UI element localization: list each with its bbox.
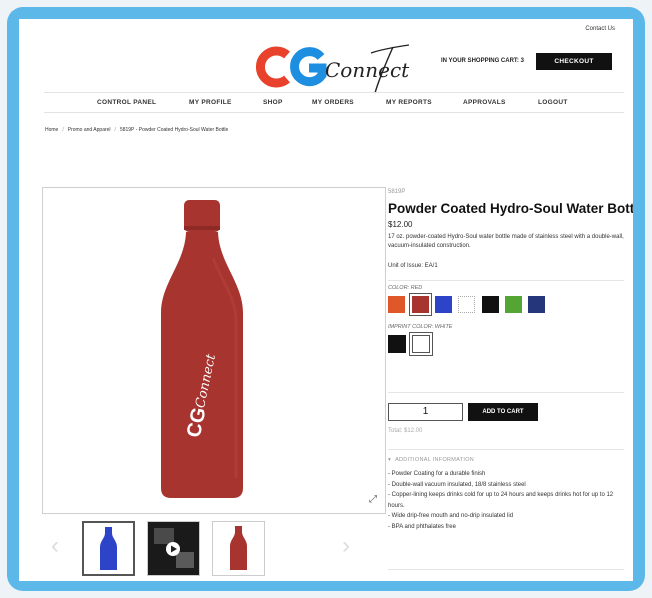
color-swatch-red[interactable] (409, 293, 432, 316)
main-nav: CONTROL PANEL MY PROFILE SHOP MY ORDERS … (44, 92, 624, 113)
thumbnail-red[interactable] (212, 521, 265, 576)
thumb-prev-chevron-icon[interactable]: ‹ (51, 532, 59, 560)
unit-of-issue: Unit of Issue: EA/1 (388, 263, 438, 269)
feature-item: - Powder Coating for a durable finish (388, 471, 486, 477)
nav-my-profile[interactable]: MY PROFILE (189, 99, 232, 106)
order-total: Total: $12.00 (388, 428, 423, 434)
divider (388, 280, 624, 281)
divider (388, 449, 624, 450)
color-swatch-green[interactable] (505, 296, 522, 313)
product-price: $12.00 (388, 220, 413, 229)
breadcrumb: Home / Promo and Apparel/5819P - Powder Co… (45, 127, 229, 133)
feature-item: - Wide drip-free mouth and no-drip insul… (388, 513, 514, 519)
breadcrumb-current: 5819P - Powder Coated Hydro-Soul Water B… (119, 127, 229, 133)
feature-item: - Copper-lining keeps drinks cold for up… (388, 492, 614, 509)
caret-down-icon: ▾ (388, 457, 392, 463)
nav-approvals[interactable]: APPROVALS (463, 99, 506, 106)
breadcrumb-home[interactable]: Home (45, 127, 58, 133)
product-main-image[interactable]: CG Connect ⤢ (42, 187, 386, 514)
color-swatch-orange[interactable] (388, 296, 405, 313)
checkout-button[interactable]: CHECKOUT (536, 53, 612, 70)
color-swatch-navy[interactable] (528, 296, 545, 313)
thumb-next-chevron-icon[interactable]: › (342, 532, 350, 560)
divider (388, 392, 624, 393)
nav-shop[interactable]: SHOP (263, 99, 283, 106)
feature-item: - BPA and phthalates free (388, 523, 456, 530)
color-swatch-black[interactable] (482, 296, 499, 313)
thumbnail-video[interactable] (147, 521, 200, 576)
nav-control-panel[interactable]: CONTROL PANEL (97, 99, 156, 106)
feature-list: - Powder Coating for a durable finish - … (388, 469, 628, 532)
imprint-swatch-white[interactable] (409, 332, 433, 356)
nav-my-reports[interactable]: MY REPORTS (386, 99, 432, 106)
imprint-swatch-black[interactable] (388, 335, 406, 353)
additional-info-label: ADDITIONAL INFORMATION (395, 457, 475, 463)
shopping-cart-count[interactable]: IN YOUR SHOPPING CART: 3 (441, 58, 524, 64)
breadcrumb-category[interactable]: Promo and Apparel (68, 127, 111, 133)
add-to-cart-button[interactable]: ADD TO CART (468, 403, 538, 421)
color-swatch-blue[interactable] (435, 296, 452, 313)
cg-connect-logo[interactable]: Connect (243, 35, 413, 95)
color-label: COLOR: RED (388, 285, 423, 291)
feature-item: - Double-wall vacuum insulated, 18/8 sta… (388, 481, 526, 488)
product-description: 17 oz. powder-coated Hydro-Soul water bo… (388, 234, 624, 249)
color-swatch-white[interactable] (458, 296, 475, 313)
divider (388, 569, 624, 570)
bottle-image: CG Connect (161, 200, 243, 498)
thumbnail-blue[interactable] (82, 521, 135, 576)
logo-text: Connect (325, 58, 410, 82)
page: Contact Us Connect IN YOUR SHOPPING CART… (19, 19, 633, 581)
quantity-input[interactable]: 1 (388, 403, 463, 421)
product-title: Powder Coated Hydro-Soul Water Bottle (388, 201, 633, 216)
imprint-color-label: IMPRINT COLOR: WHITE (388, 324, 453, 330)
contact-us-link[interactable]: Contact Us (585, 26, 615, 32)
additional-info-toggle[interactable]: ▾ ADDITIONAL INFORMATION (388, 457, 474, 463)
nav-logout[interactable]: LOGOUT (538, 99, 568, 106)
product-sku: 5819P (388, 189, 406, 195)
nav-my-orders[interactable]: MY ORDERS (312, 99, 354, 106)
expand-icon[interactable]: ⤢ (369, 494, 377, 505)
